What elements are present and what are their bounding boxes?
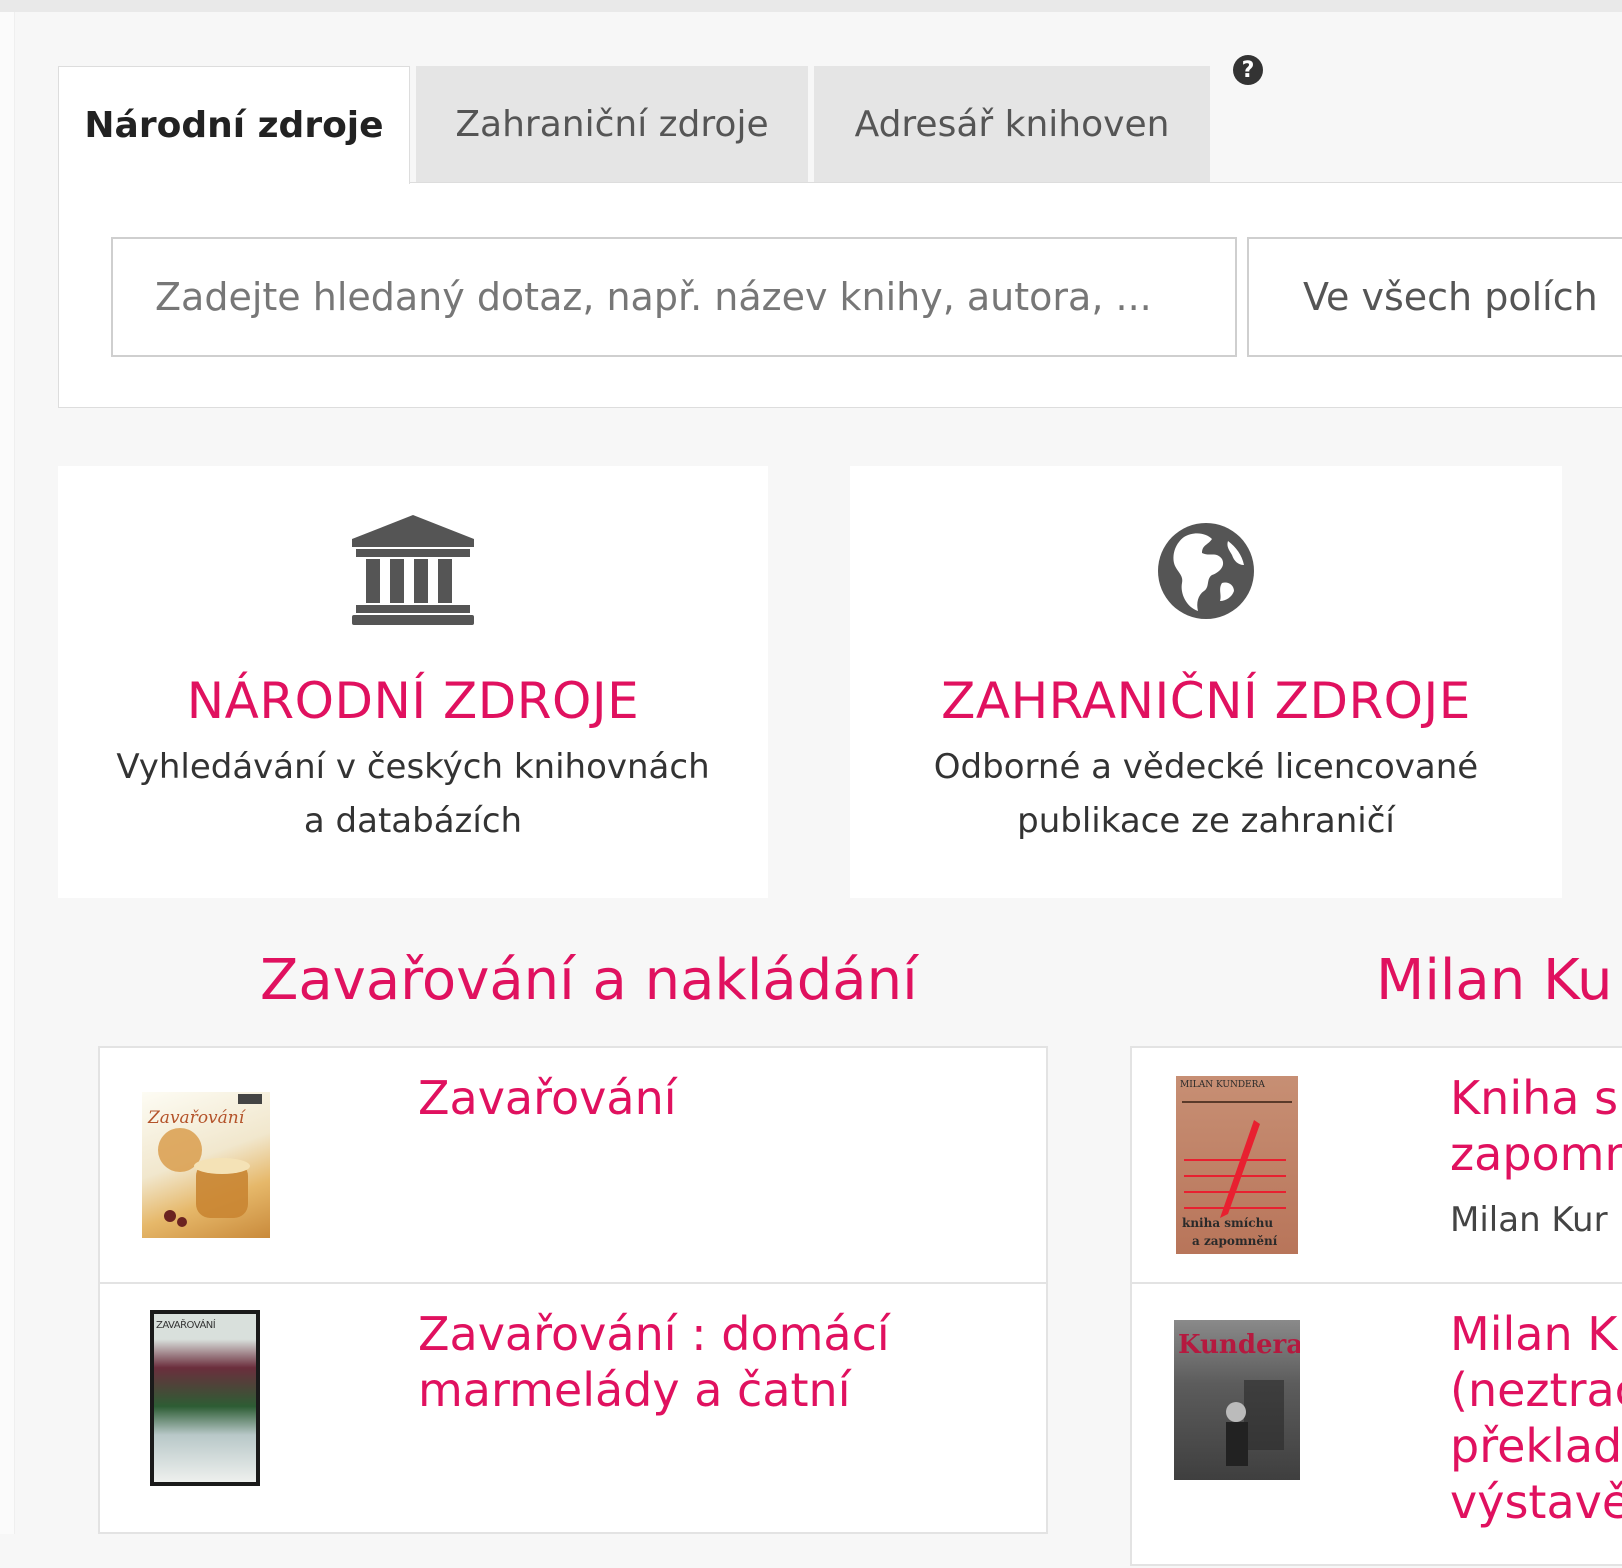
list-item[interactable]: MILAN KUNDERA kniha smíchu a zapomnění K… (1132, 1048, 1622, 1284)
tab-narodni-zdroje[interactable]: Národní zdroje (58, 66, 410, 184)
top-bar (0, 0, 1622, 12)
book-list: MILAN KUNDERA kniha smíchu a zapomnění K… (1130, 1046, 1622, 1566)
search-panel: Ve všech polích (58, 182, 1622, 408)
book-title-line: Milan K (1450, 1307, 1618, 1361)
card-description: Vyhledávání v českých knihovnách a datab… (116, 740, 709, 848)
tab-label: Národní zdroje (84, 105, 384, 146)
book-title-line: (neztrac (1450, 1363, 1622, 1417)
tab-zahranicni-zdroje[interactable]: Zahraniční zdroje (416, 66, 808, 182)
list-item[interactable]: Kundera Milan K (neztrac překlade výstav… (1132, 1284, 1622, 1568)
book-title-line: Zavařování (418, 1071, 677, 1125)
card-desc-line: publikace ze zahraničí (1017, 801, 1395, 841)
cover-text: Zavařování (148, 1108, 245, 1128)
book-title-link[interactable]: Zavařování : domácí marmelády a čatní (418, 1306, 890, 1418)
card-title: NÁRODNÍ ZDROJE (186, 672, 640, 730)
card-title: ZAHRANIČNÍ ZDROJE (941, 672, 1471, 730)
book-title-link[interactable]: Milan K (neztrac překlade výstavě (1450, 1306, 1622, 1530)
book-title-line: Kniha sı (1450, 1071, 1622, 1125)
book-list: Zavařování Zavařování ZAVAŘOVÁNÍ Zavařov… (98, 1046, 1048, 1534)
list-item[interactable]: Zavařování Zavařování (100, 1048, 1046, 1284)
section-title: Zavařování a nakládání (260, 948, 918, 1013)
card-desc-line: Vyhledávání v českých knihovnách (116, 747, 710, 787)
globe-icon (1156, 516, 1256, 626)
search-field-select[interactable]: Ve všech polích (1247, 237, 1622, 357)
help-icon[interactable]: ? (1233, 55, 1263, 85)
card-desc-line: Odborné a vědecké licencované (933, 747, 1479, 787)
section-title: Milan Ku (1376, 948, 1613, 1013)
book-title-line: výstavě (1450, 1475, 1622, 1529)
cover-text: a zapomnění (1192, 1234, 1278, 1248)
bank-icon (352, 515, 474, 626)
book-title-line: zapomn (1450, 1127, 1622, 1181)
search-input[interactable] (111, 237, 1237, 357)
card-desc-line: a databázích (303, 801, 523, 841)
left-edge (0, 12, 15, 1534)
search-field-select-value: Ve všech polích (1303, 275, 1598, 319)
card-narodni-zdroje[interactable]: NÁRODNÍ ZDROJE Vyhledávání v českých kni… (58, 466, 768, 898)
book-title-link[interactable]: Zavařování (418, 1070, 677, 1126)
book-title-line: marmelády a čatní (418, 1363, 851, 1417)
card-description: Odborné a vědecké licencované publikace … (934, 740, 1478, 848)
book-title-line: překlade (1450, 1419, 1622, 1473)
book-title-link[interactable]: Kniha sı zapomn (1450, 1070, 1622, 1182)
cover-text: ZAVAŘOVÁNÍ (156, 1320, 216, 1331)
book-cover[interactable]: MILAN KUNDERA kniha smíchu a zapomnění (1176, 1076, 1298, 1254)
card-zahranicni-zdroje[interactable]: ZAHRANIČNÍ ZDROJE Odborné a vědecké lice… (850, 466, 1562, 898)
tab-label: Zahraniční zdroje (455, 103, 769, 145)
book-cover[interactable]: Zavařování (142, 1092, 270, 1238)
book-cover[interactable]: ZAVAŘOVÁNÍ (150, 1310, 260, 1486)
tab-label: Adresář knihoven (854, 103, 1170, 145)
book-cover[interactable]: Kundera (1174, 1320, 1300, 1480)
cover-text: MILAN KUNDERA (1180, 1080, 1265, 1090)
book-author: Milan Kur (1450, 1200, 1608, 1240)
cover-text: kniha smíchu (1182, 1216, 1274, 1230)
list-item[interactable]: ZAVAŘOVÁNÍ Zavařování : domácí marmelády… (100, 1284, 1046, 1536)
book-title-line: Zavařování : domácí (418, 1307, 890, 1361)
tab-adresar-knihoven[interactable]: Adresář knihoven (814, 66, 1210, 182)
cover-text: Kundera (1178, 1330, 1300, 1360)
